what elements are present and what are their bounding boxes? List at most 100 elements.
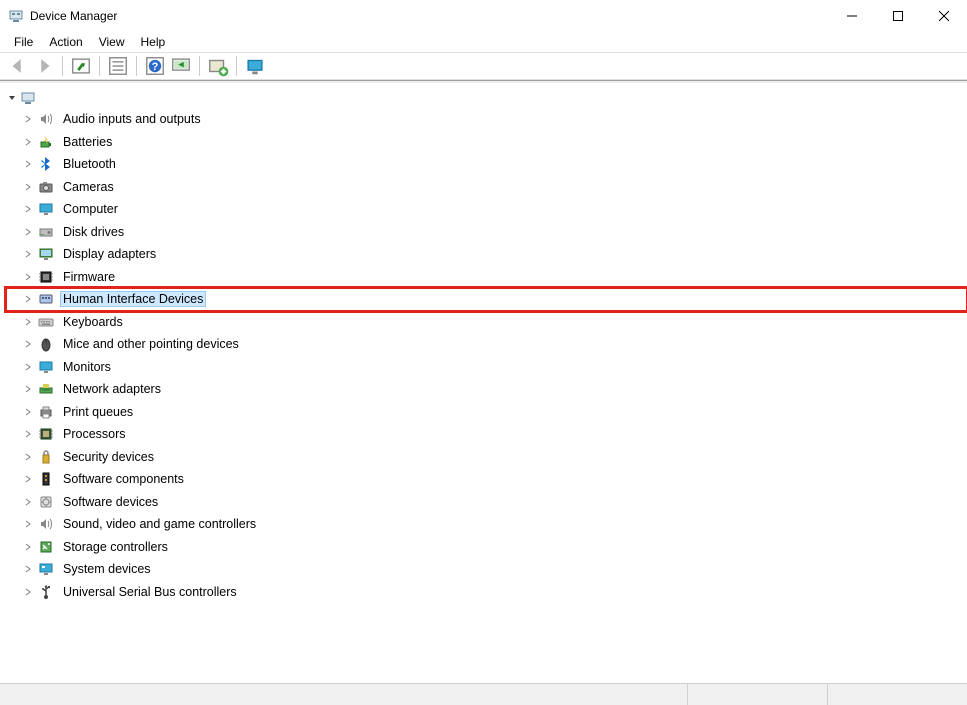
tree-item[interactable]: Bluetooth bbox=[6, 153, 967, 176]
tree-item-label: Mice and other pointing devices bbox=[60, 336, 242, 352]
toolbar-separator bbox=[62, 56, 63, 76]
tree-item[interactable]: Mice and other pointing devices bbox=[6, 333, 967, 356]
minimize-button[interactable] bbox=[829, 0, 875, 32]
tree-item[interactable]: Audio inputs and outputs bbox=[6, 108, 967, 131]
monitor-icon bbox=[38, 359, 54, 375]
toolbar-separator bbox=[99, 56, 100, 76]
chevron-right-icon[interactable] bbox=[22, 226, 34, 238]
chevron-right-icon[interactable] bbox=[22, 338, 34, 350]
forward-button[interactable] bbox=[32, 54, 56, 78]
tree-item[interactable]: Security devices bbox=[6, 446, 967, 469]
tree-item[interactable]: Storage controllers bbox=[6, 536, 967, 559]
chevron-right-icon[interactable] bbox=[22, 293, 34, 305]
chevron-right-icon[interactable] bbox=[22, 248, 34, 260]
chevron-right-icon[interactable] bbox=[22, 271, 34, 283]
network-icon bbox=[38, 381, 54, 397]
chevron-right-icon[interactable] bbox=[22, 541, 34, 553]
menubar: File Action View Help bbox=[0, 32, 967, 52]
tree-item-label: Print queues bbox=[60, 404, 136, 420]
properties-button[interactable] bbox=[106, 54, 130, 78]
tree-item-label: Monitors bbox=[60, 359, 114, 375]
monitor-icon bbox=[38, 201, 54, 217]
tree-item[interactable]: Human Interface Devices bbox=[6, 288, 967, 311]
tree-item[interactable]: Keyboards bbox=[6, 311, 967, 334]
chevron-right-icon[interactable] bbox=[22, 316, 34, 328]
tree-item[interactable]: Network adapters bbox=[6, 378, 967, 401]
chevron-right-icon[interactable] bbox=[22, 158, 34, 170]
help-button[interactable]: ? bbox=[143, 54, 167, 78]
chevron-right-icon[interactable] bbox=[22, 203, 34, 215]
close-button[interactable] bbox=[921, 0, 967, 32]
storage-icon bbox=[38, 539, 54, 555]
menu-help[interactable]: Help bbox=[133, 33, 174, 51]
chevron-right-icon[interactable] bbox=[22, 136, 34, 148]
hid-icon bbox=[38, 291, 54, 307]
chevron-right-icon[interactable] bbox=[22, 563, 34, 575]
tree-item[interactable]: Firmware bbox=[6, 266, 967, 289]
tree-root[interactable] bbox=[6, 88, 967, 108]
battery-icon bbox=[38, 134, 54, 150]
tree-item[interactable]: Computer bbox=[6, 198, 967, 221]
tree-item[interactable]: Processors bbox=[6, 423, 967, 446]
titlebar: Device Manager bbox=[0, 0, 967, 32]
tree-item-label: Audio inputs and outputs bbox=[60, 111, 204, 127]
menu-action[interactable]: Action bbox=[41, 33, 90, 51]
devices-printers-button[interactable] bbox=[243, 54, 267, 78]
tree-item[interactable]: Sound, video and game controllers bbox=[6, 513, 967, 536]
cpu-icon bbox=[38, 426, 54, 442]
printer-icon bbox=[38, 404, 54, 420]
chevron-right-icon[interactable] bbox=[22, 181, 34, 193]
security-icon bbox=[38, 449, 54, 465]
tree-item-label: Display adapters bbox=[60, 246, 159, 262]
window-title: Device Manager bbox=[30, 9, 829, 23]
speaker-icon bbox=[38, 111, 54, 127]
tree-item[interactable]: Disk drives bbox=[6, 221, 967, 244]
status-bar bbox=[0, 683, 967, 705]
tree-item[interactable]: Cameras bbox=[6, 176, 967, 199]
menu-file[interactable]: File bbox=[6, 33, 41, 51]
keyboard-icon bbox=[38, 314, 54, 330]
soft-dev-icon bbox=[38, 494, 54, 510]
chevron-right-icon[interactable] bbox=[22, 383, 34, 395]
tree-item-label: Storage controllers bbox=[60, 539, 171, 555]
tree-item-label: Software components bbox=[60, 471, 187, 487]
display-icon bbox=[38, 246, 54, 262]
tree-item[interactable]: Display adapters bbox=[6, 243, 967, 266]
toolbar: ? bbox=[0, 52, 967, 80]
chevron-right-icon[interactable] bbox=[22, 473, 34, 485]
usb-icon bbox=[38, 584, 54, 600]
menu-view[interactable]: View bbox=[91, 33, 133, 51]
add-legacy-button[interactable] bbox=[206, 54, 230, 78]
tree-item-label: Universal Serial Bus controllers bbox=[60, 584, 240, 600]
device-tree[interactable]: Audio inputs and outputs BatteriesBluetoo… bbox=[0, 84, 967, 683]
system-icon bbox=[38, 561, 54, 577]
tree-item[interactable]: Print queues bbox=[6, 401, 967, 424]
tree-item[interactable]: Batteries bbox=[6, 131, 967, 154]
chevron-right-icon[interactable] bbox=[22, 586, 34, 598]
chevron-right-icon[interactable] bbox=[22, 518, 34, 530]
chevron-right-icon[interactable] bbox=[22, 113, 34, 125]
tree-item-label: Disk drives bbox=[60, 224, 127, 240]
chevron-right-icon[interactable] bbox=[22, 428, 34, 440]
back-button[interactable] bbox=[6, 54, 30, 78]
chevron-down-icon[interactable] bbox=[6, 92, 18, 104]
chip-icon bbox=[38, 269, 54, 285]
show-hidden-button[interactable] bbox=[69, 54, 93, 78]
chevron-right-icon[interactable] bbox=[22, 406, 34, 418]
computer-root-icon bbox=[20, 90, 36, 106]
tree-item[interactable]: Universal Serial Bus controllers bbox=[6, 581, 967, 604]
device-manager-icon bbox=[8, 8, 24, 24]
tree-item-label: System devices bbox=[60, 561, 154, 577]
tree-item[interactable]: Monitors bbox=[6, 356, 967, 379]
scan-hardware-button[interactable] bbox=[169, 54, 193, 78]
chevron-right-icon[interactable] bbox=[22, 361, 34, 373]
chevron-right-icon[interactable] bbox=[22, 496, 34, 508]
mouse-icon bbox=[38, 336, 54, 352]
tree-item[interactable]: Software devices bbox=[6, 491, 967, 514]
bluetooth-icon bbox=[38, 156, 54, 172]
chevron-right-icon[interactable] bbox=[22, 451, 34, 463]
disk-icon bbox=[38, 224, 54, 240]
maximize-button[interactable] bbox=[875, 0, 921, 32]
tree-item[interactable]: Software components bbox=[6, 468, 967, 491]
tree-item[interactable]: System devices bbox=[6, 558, 967, 581]
